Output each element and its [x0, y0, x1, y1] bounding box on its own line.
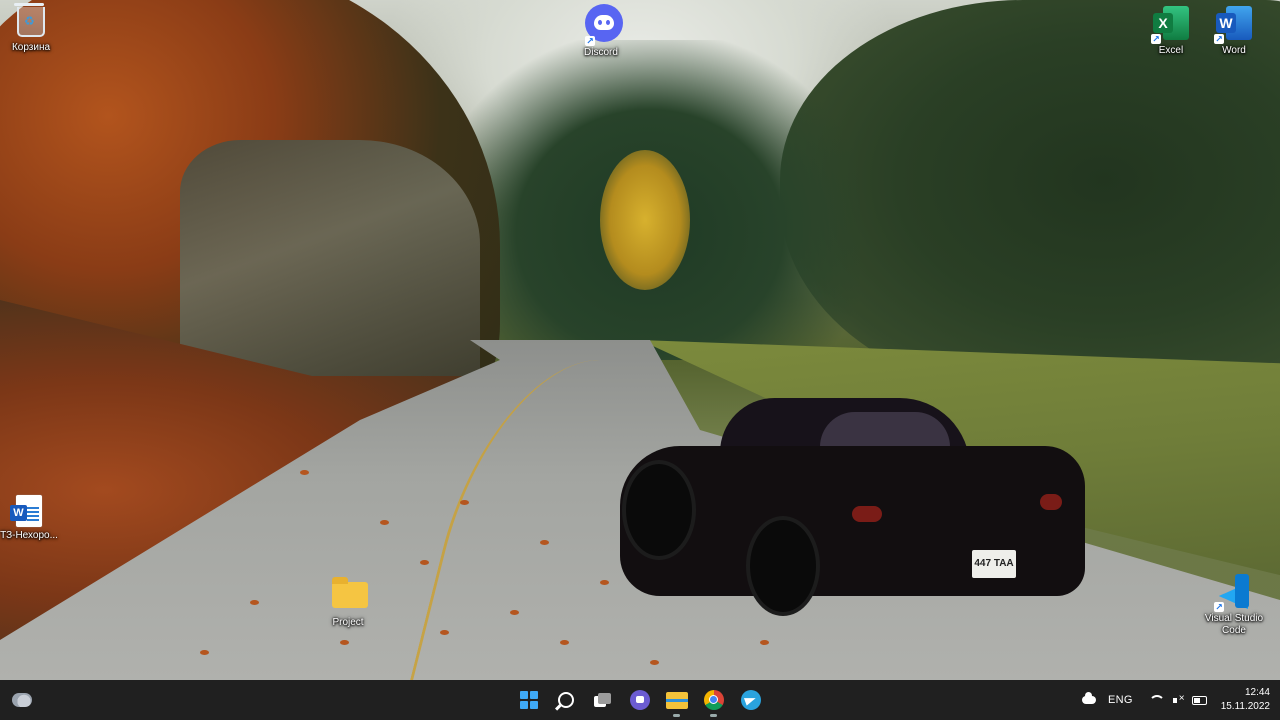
- taskbar: ENG 12:44 15.11.2022: [0, 680, 1280, 720]
- volume-muted-icon: [1172, 693, 1185, 705]
- excel-label: Excel: [1158, 45, 1184, 56]
- folder-icon: [332, 577, 368, 608]
- battery-icon: [1191, 695, 1207, 705]
- quick-settings-button[interactable]: [1145, 680, 1221, 720]
- recycle-bin-icon: ♻: [14, 3, 45, 37]
- project-folder-label: Project: [332, 617, 364, 628]
- excel-shortcut[interactable]: X ↗ Excel: [1136, 6, 1206, 57]
- vscode-shortcut[interactable]: ↗ Visual Studio Code: [1199, 574, 1269, 637]
- desktop-wallpaper: 447 TAA: [0, 0, 1280, 680]
- discord-label: Discord: [584, 47, 618, 58]
- cloud-icon: [1081, 692, 1096, 704]
- document-shortcut[interactable]: W ТЗ-Нехоро...: [0, 495, 64, 542]
- wallpaper-black-car: 447 TAA: [620, 398, 1085, 630]
- recycle-bin-shortcut[interactable]: ♻ Корзина: [0, 3, 66, 54]
- clock[interactable]: 12:44 15.11.2022: [1221, 680, 1270, 720]
- telegram-icon: [740, 690, 761, 710]
- telegram-button[interactable]: [732, 680, 769, 720]
- weather-icon: [12, 693, 32, 707]
- start-button[interactable]: [510, 680, 547, 720]
- shortcut-arrow-icon: ↗: [1151, 34, 1161, 44]
- shortcut-arrow-icon: ↗: [1214, 34, 1224, 44]
- license-plate: 447 TAA: [972, 550, 1016, 578]
- clock-date: 15.11.2022: [1220, 701, 1270, 712]
- vscode-label: Visual Studio Code: [1204, 613, 1264, 636]
- search-icon: [557, 692, 574, 708]
- weather-widget[interactable]: [12, 689, 36, 711]
- search-button[interactable]: [547, 680, 584, 720]
- wifi-icon: [1148, 695, 1165, 711]
- project-folder[interactable]: Project: [313, 577, 383, 629]
- file-explorer-button[interactable]: [658, 680, 695, 720]
- chat-button[interactable]: [621, 680, 658, 720]
- wallpaper-yellow-tree: [600, 150, 690, 290]
- recycle-bin-label: Корзина: [11, 42, 51, 53]
- task-view-button[interactable]: [584, 680, 621, 720]
- word-shortcut[interactable]: W ↗ Word: [1199, 6, 1269, 57]
- folder-icon: [665, 691, 688, 709]
- windows-logo-icon: [519, 691, 538, 709]
- task-view-icon: [594, 693, 611, 707]
- chat-icon: [629, 690, 650, 710]
- document-label: ТЗ-Нехоро...: [0, 530, 58, 541]
- system-tray: ENG 12:44 15.11.2022: [1076, 680, 1272, 720]
- word-document-icon: W: [10, 495, 42, 527]
- taskbar-pinned-apps: [510, 680, 769, 720]
- shortcut-arrow-icon: ↗: [1214, 602, 1224, 612]
- shortcut-arrow-icon: ↗: [585, 36, 595, 46]
- chrome-icon: [703, 690, 724, 710]
- discord-shortcut[interactable]: ↗ Discord: [566, 4, 636, 59]
- onedrive-button[interactable]: [1076, 680, 1102, 720]
- clock-time: 12:44: [1244, 687, 1270, 698]
- chrome-button[interactable]: [695, 680, 732, 720]
- word-label: Word: [1222, 45, 1246, 56]
- language-indicator[interactable]: ENG: [1108, 680, 1133, 720]
